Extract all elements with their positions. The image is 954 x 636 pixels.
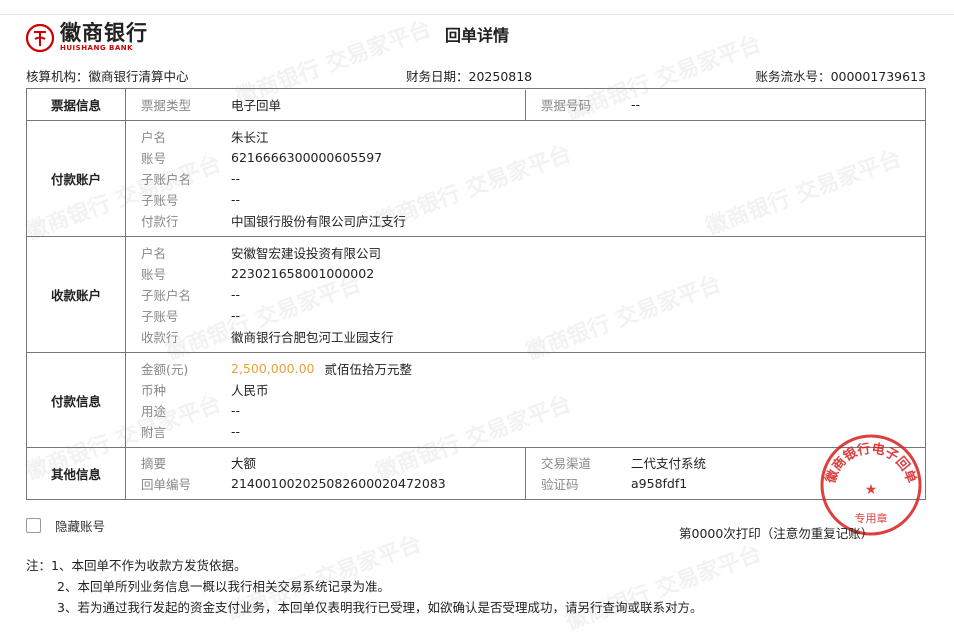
org-value: 徽商银行清算中心: [88, 69, 189, 84]
payer-account-value: 6216666300000605597: [231, 150, 383, 165]
currency-value: 人民币: [231, 383, 269, 398]
payer-subname-label: 子账户名: [141, 172, 192, 187]
payee-subname-label: 子账户名: [141, 288, 192, 303]
ticket-no-value: --: [631, 97, 641, 112]
page-title: 回单详情: [444, 26, 509, 45]
remark-value: --: [231, 424, 241, 439]
payee-subname-value: --: [231, 287, 241, 302]
section-title: 付款账户: [26, 120, 126, 237]
section-title: 付款信息: [26, 352, 126, 448]
purpose-label: 用途: [141, 404, 167, 419]
payer-bank-label: 付款行: [141, 214, 179, 229]
payee-account-value: 223021658001000002: [231, 266, 375, 281]
stamp-text-top: 徽商银行电子回单: [822, 441, 919, 487]
serial-info: 账务流水号：000001739613: [756, 66, 926, 85]
section-title: 其他信息: [26, 447, 126, 500]
channel-value: 二代支付系统: [631, 456, 707, 471]
payee-bank-label: 收款行: [141, 330, 179, 345]
payer-account-label: 账号: [141, 151, 167, 166]
payer-name-value: 朱长江: [231, 130, 269, 145]
date-label: 财务日期：: [406, 69, 469, 84]
amount-label: 金额(元): [141, 362, 189, 377]
serial-value: 000001739613: [830, 69, 926, 84]
note-item: 2、本回单所列业务信息一概以我行相关交易系统记录为准。: [57, 579, 390, 594]
hide-account-label: 隐藏账号: [55, 519, 106, 534]
note-item: 注：1、本回单不作为收款方发货依据。: [26, 558, 247, 573]
payee-name-value: 安徽智宏建设投资有限公司: [231, 246, 382, 261]
payer-subname-value: --: [231, 171, 241, 186]
ticket-type-label: 票据类型: [141, 98, 192, 113]
verify-value: a958fdf1: [631, 476, 688, 491]
payment-row: 付款信息 金额(元) 2,500,000.00 贰佰伍拾万元整 币种 人民币 用途 --…: [26, 352, 926, 448]
channel-label: 交易渠道: [541, 456, 592, 471]
org-label: 核算机构：: [26, 69, 89, 84]
ticket-no-label: 票据号码: [541, 98, 592, 113]
payee-name-label: 户名: [141, 246, 167, 261]
payee-bank-value: 徽商银行合肥包河工业园支行: [231, 330, 394, 345]
purpose-value: --: [231, 403, 241, 418]
verify-label: 验证码: [541, 477, 579, 492]
payee-subaccount-label: 子账号: [141, 309, 179, 324]
section-title: 票据信息: [26, 88, 126, 121]
payer-name-label: 户名: [141, 130, 167, 145]
section-title: 收款账户: [26, 236, 126, 353]
hide-account-toggle[interactable]: 隐藏账号: [26, 516, 105, 535]
amount-words: 贰佰伍拾万元整: [324, 362, 413, 377]
org-info: 核算机构：徽商银行清算中心: [26, 66, 189, 85]
receipt-table: 票据信息 票据类型 电子回单 票据号码 -- 付款账户 户名 朱长江 账号 6216…: [26, 88, 926, 500]
payer-subaccount-value: --: [231, 192, 241, 207]
ticket-row: 票据信息 票据类型 电子回单 票据号码 --: [26, 88, 926, 121]
payer-row: 付款账户 户名 朱长江 账号 6216666300000605597 子账户名 -- …: [26, 120, 926, 237]
remark-label: 附言: [141, 425, 167, 440]
stamp-star-icon: ★: [865, 482, 878, 498]
date-info: 财务日期：20250818: [406, 66, 532, 85]
svg-text:徽商银行电子回单: 徽商银行电子回单: [822, 441, 919, 487]
payer-subaccount-label: 子账号: [141, 193, 179, 208]
hide-account-checkbox[interactable]: [26, 518, 41, 533]
payer-bank-value: 中国银行股份有限公司庐江支行: [231, 214, 407, 229]
amount-value: 2,500,000.00: [231, 361, 315, 376]
summary-label: 摘要: [141, 456, 167, 471]
ticket-type-value: 电子回单: [231, 98, 282, 113]
payee-account-label: 账号: [141, 267, 167, 282]
currency-label: 币种: [141, 383, 167, 398]
notes: 注：1、本回单不作为收款方发货依据。 2、本回单所列业务信息一概以我行相关交易系…: [26, 555, 702, 618]
serial-label: 账务流水号：: [755, 69, 831, 84]
payee-subaccount-value: --: [231, 308, 241, 323]
other-row: 其他信息 摘要 大额 回单编号 21400100202508260002047208…: [26, 447, 926, 500]
payee-row: 收款账户 户名 安徽智宏建设投资有限公司 账号 223021658001000002…: [26, 236, 926, 353]
note-item: 3、若为通过我行发起的资金支付业务，本回单仅表明我行已受理，如欲确认是否受理成功…: [57, 600, 703, 615]
receipt-no-label: 回单编号: [141, 477, 192, 492]
receipt-no-value: 214001002025082600020472083: [231, 476, 446, 491]
print-count: 第0000次打印（注意勿重复记账）: [679, 526, 874, 541]
top-divider: [0, 14, 954, 15]
date-value: 20250818: [468, 69, 533, 84]
summary-value: 大额: [231, 456, 257, 471]
